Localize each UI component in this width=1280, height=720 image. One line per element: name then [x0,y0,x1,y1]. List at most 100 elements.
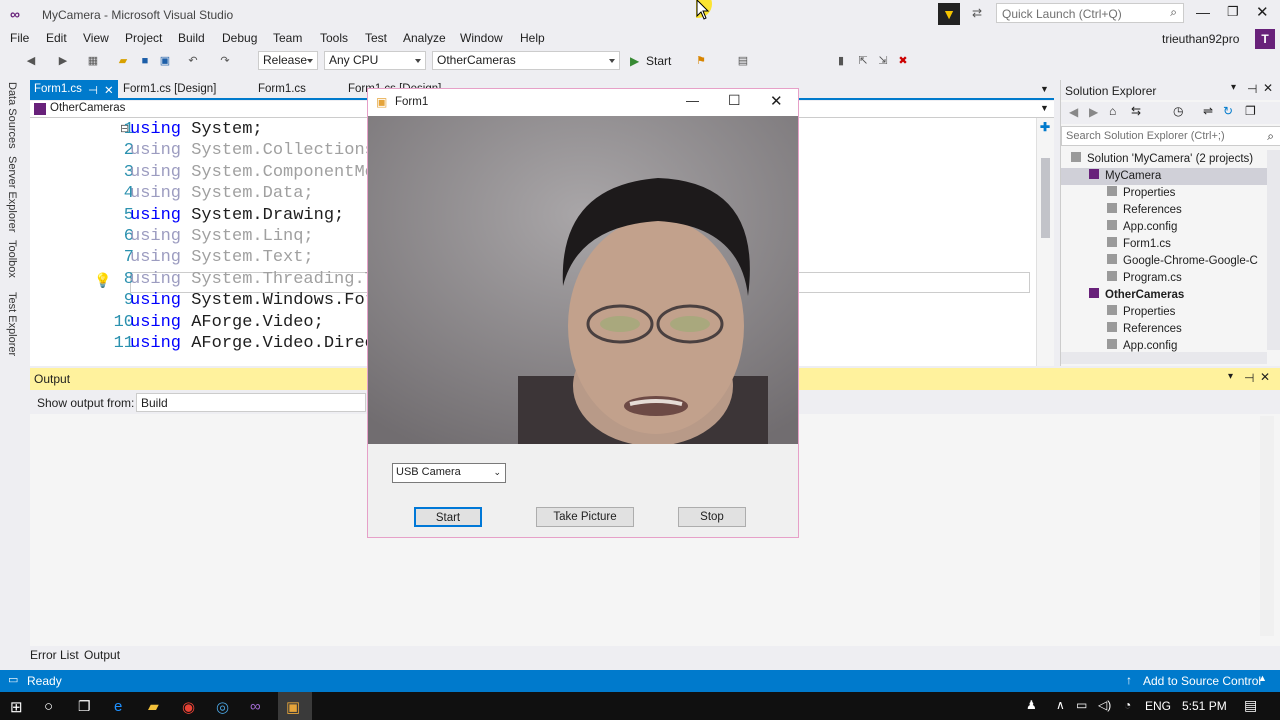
menu-help[interactable]: Help [520,31,545,45]
sol-back-icon[interactable]: ◀ [1069,105,1078,119]
people-icon[interactable]: ♟ [1026,698,1037,712]
panel-menu-icon[interactable]: ▾ [1231,82,1236,93]
solution-config-icon[interactable]: ▤ [736,54,750,68]
new-project-icon[interactable]: ▦ [86,54,100,68]
undo-icon[interactable]: ↶ [186,54,200,68]
menu-file[interactable]: File [10,31,29,45]
restore-button[interactable]: ❐ [1227,4,1239,20]
menu-team[interactable]: Team [273,31,302,45]
edge-icon[interactable]: e [114,698,132,715]
user-name[interactable]: trieuthan92pro [1162,32,1239,46]
redo-icon[interactable]: ↷ [218,54,232,68]
add-source-control-button[interactable]: Add to Source Control [1143,674,1261,688]
menu-build[interactable]: Build [178,31,205,45]
editor-scrollbar[interactable]: ✚ [1036,118,1054,366]
tab-test-explorer[interactable]: Test Explorer [6,292,18,356]
solution-search-input[interactable]: Search Solution Explorer (Ctrl+;) ⌕ [1061,126,1280,146]
collapse-all-icon[interactable]: ⇌ [1203,104,1213,118]
forward-icon[interactable]: ▶ [56,54,70,68]
output-pin-icon[interactable]: ⊣ [1244,371,1254,385]
form1-taskbar-icon[interactable]: ▣ [286,698,304,716]
task-view-icon[interactable]: ❐ [78,698,96,714]
tab-toolbox[interactable]: Toolbox [6,240,18,278]
start-camera-button[interactable]: Start [414,507,482,527]
form-maximize-button[interactable]: ☐ [728,92,741,109]
solution-tree-item[interactable]: Program.cs [1107,271,1182,284]
output-scrollbar[interactable] [1260,416,1274,636]
prev-bookmark-icon[interactable]: ⇱ [856,54,870,68]
sync-icon[interactable]: ⇆ [1131,104,1141,118]
tab-error-list[interactable]: Error List [30,648,79,662]
home-icon[interactable]: ⌂ [1109,104,1116,118]
startup-project-select[interactable]: OtherCameras [432,51,620,70]
tree-hscrollbar[interactable] [1061,352,1267,364]
language-indicator[interactable]: ENG [1145,699,1171,713]
menu-view[interactable]: View [83,31,109,45]
take-picture-button[interactable]: Take Picture [536,507,634,527]
solution-tree-item[interactable]: Form1.cs [1107,237,1171,250]
solution-tree-item[interactable]: OtherCameras [1089,288,1184,301]
solution-tree-item[interactable]: References [1107,322,1182,335]
menu-analyze[interactable]: Analyze [403,31,446,45]
browser-link-icon[interactable]: ⚑ [694,54,708,68]
chrome-icon[interactable]: ◉ [182,698,200,716]
action-center-icon[interactable]: ▤ [1244,697,1257,714]
pin-icon[interactable]: ⊣ [88,83,98,97]
filter-icon[interactable]: ▼ [938,3,960,25]
volume-icon[interactable]: ◁) [1098,698,1111,712]
panel-close-icon[interactable]: ✕ [1263,81,1273,95]
solution-tree-item[interactable]: Properties [1107,186,1175,199]
cortana-icon[interactable]: ○ [44,698,62,715]
show-all-icon[interactable]: ❐ [1245,104,1256,118]
wifi-icon[interactable]: ◔ [1124,698,1131,712]
close-button[interactable]: ✕ [1256,3,1269,21]
solution-tree-item[interactable]: Properties [1107,305,1175,318]
minimize-button[interactable]: — [1196,4,1210,20]
tray-chevron-icon[interactable]: ∧ [1056,698,1065,712]
solution-tree-item[interactable]: References [1107,203,1182,216]
clear-bookmarks-icon[interactable]: ✖ [896,54,910,68]
battery-icon[interactable]: ▭ [1076,698,1087,712]
camera-select[interactable]: USB Camera ⌄ [392,463,506,483]
next-bookmark-icon[interactable]: ⇲ [876,54,890,68]
tab-overflow-icon[interactable]: ▼ [1040,84,1049,94]
file-explorer-icon[interactable]: ▰ [148,698,166,714]
bookmark-icon[interactable]: ▮ [834,54,848,68]
tab-form1-design[interactable]: Form1.cs [Design] [123,83,216,95]
tab-server-explorer[interactable]: Server Explorer [6,156,18,232]
open-folder-icon[interactable]: ▰ [116,54,130,68]
solution-tree-item[interactable]: Solution 'MyCamera' (2 projects) [1071,152,1253,165]
start-button[interactable]: Start [646,54,671,68]
clock[interactable]: 5:51 PM [1182,699,1227,713]
output-source-select[interactable]: Build [136,393,366,412]
solution-tree-item[interactable]: App.config [1107,339,1177,352]
platform-select[interactable]: Any CPU [324,51,426,70]
tab-close-icon[interactable]: ✕ [104,83,114,97]
tab-data-sources[interactable]: Data Sources [6,82,18,149]
source-control-caret-icon[interactable]: ▲ [1258,673,1267,683]
menu-debug[interactable]: Debug [222,31,257,45]
visual-studio-taskbar-icon[interactable]: ∞ [250,698,268,715]
menu-project[interactable]: Project [125,31,162,45]
back-icon[interactable]: ◀ [24,54,38,68]
configuration-select[interactable]: Release [258,51,318,70]
network-app-icon[interactable]: ◎ [216,698,234,716]
refresh-icon[interactable]: ↻ [1223,104,1233,118]
split-icon[interactable]: ✚ [1040,120,1050,134]
tab-form1-cs-active[interactable]: Form1.cs [34,83,82,95]
save-icon[interactable]: ■ [138,54,152,68]
start-icon[interactable]: ▶ [630,54,639,68]
nav-dropdown-icon[interactable]: ▼ [1040,103,1049,113]
quick-launch-input[interactable]: Quick Launch (Ctrl+Q) ⌕ [996,3,1184,23]
save-all-icon[interactable]: ▣ [158,54,172,68]
solution-tree-item[interactable]: App.config [1107,220,1177,233]
tree-scrollbar[interactable] [1267,150,1280,350]
form-close-button[interactable]: ✕ [770,92,783,110]
tab-output[interactable]: Output [84,648,120,662]
solution-tree-item[interactable]: MyCamera [1089,169,1161,182]
menu-tools[interactable]: Tools [320,31,348,45]
menu-edit[interactable]: Edit [46,31,67,45]
windows-start-icon[interactable]: ⊞ [10,698,28,716]
form-minimize-button[interactable]: — [686,93,699,108]
nav-project-select[interactable]: OtherCameras [50,102,125,114]
